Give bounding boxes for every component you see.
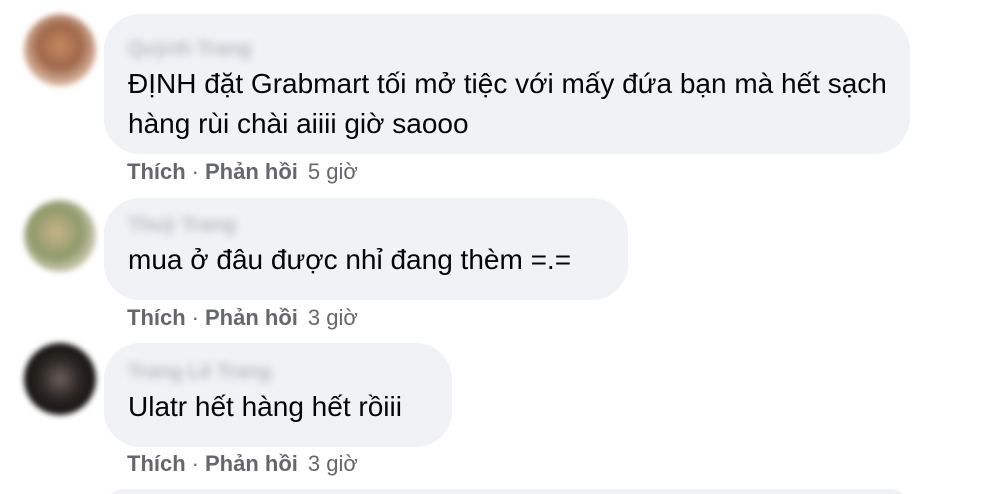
comment-author[interactable]: Thuỳ Trang bbox=[128, 212, 338, 238]
comment-text: mua ở đâu được nhỉ đang thèm =.= bbox=[128, 244, 572, 275]
next-comment-bubble bbox=[104, 489, 910, 494]
comment-author[interactable]: Quỳnh Trang bbox=[128, 36, 318, 62]
avatar[interactable] bbox=[24, 343, 96, 415]
like-button[interactable]: Thích bbox=[127, 305, 186, 330]
comment-timestamp[interactable]: 3 giờ bbox=[308, 305, 358, 330]
comment-author[interactable]: Trang Lê Trang bbox=[128, 359, 378, 385]
separator-dot: · bbox=[191, 451, 199, 476]
comment-bubble: Trang Lê Trang Ulatr hết hàng hết rồiii bbox=[104, 343, 452, 447]
comment-bubble: Quỳnh Trang ĐỊNH đặt Grabmart tối mở tiệ… bbox=[104, 14, 910, 154]
reply-button[interactable]: Phản hồi bbox=[205, 451, 298, 476]
like-button[interactable]: Thích bbox=[127, 159, 186, 184]
separator-dot: · bbox=[191, 159, 199, 184]
avatar[interactable] bbox=[24, 14, 96, 86]
comment-actions: Thích · Phản hồi 3 giờ bbox=[127, 450, 358, 478]
comment-text: Ulatr hết hàng hết rồiii bbox=[128, 391, 402, 422]
comment-bubble: Thuỳ Trang mua ở đâu được nhỉ đang thèm … bbox=[104, 198, 628, 300]
comment-timestamp[interactable]: 3 giờ bbox=[308, 451, 358, 476]
avatar[interactable] bbox=[24, 200, 96, 272]
comment-actions: Thích · Phản hồi 5 giờ bbox=[127, 158, 358, 186]
like-button[interactable]: Thích bbox=[127, 451, 186, 476]
separator-dot: · bbox=[191, 305, 199, 330]
reply-button[interactable]: Phản hồi bbox=[205, 305, 298, 330]
comment-thread: Quỳnh Trang ĐỊNH đặt Grabmart tối mở tiệ… bbox=[0, 0, 987, 494]
comment-actions: Thích · Phản hồi 3 giờ bbox=[127, 304, 358, 332]
comment-text: ĐỊNH đặt Grabmart tối mở tiệc với mấy đứ… bbox=[128, 68, 887, 139]
comment-timestamp[interactable]: 5 giờ bbox=[308, 159, 358, 184]
reply-button[interactable]: Phản hồi bbox=[205, 159, 298, 184]
